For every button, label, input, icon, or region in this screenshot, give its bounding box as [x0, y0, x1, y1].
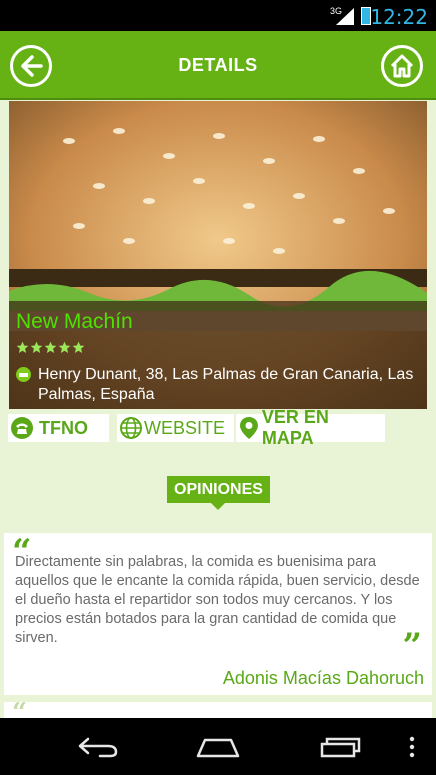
- clock: 12:22: [370, 5, 428, 29]
- place-address: Henry Dunant, 38, Las Palmas de Gran Can…: [38, 366, 414, 403]
- map-button[interactable]: VER EN MAPA: [236, 407, 385, 448]
- overflow-menu-icon: [409, 736, 415, 758]
- website-button[interactable]: WEBSITE: [117, 414, 234, 442]
- nav-recents-button[interactable]: [316, 732, 364, 762]
- star-icon: [58, 341, 71, 354]
- map-label: VER EN MAPA: [261, 407, 329, 448]
- opinions-header: OPINIONES: [167, 476, 270, 510]
- nav-home-button[interactable]: [192, 732, 244, 762]
- status-bar: 3G 12:22: [0, 0, 436, 31]
- review-author: Adonis Macías Dahoruch: [222, 668, 424, 688]
- page-title: DETAILS: [178, 55, 258, 75]
- phone-button[interactable]: TFNO: [8, 414, 109, 442]
- app-bar: DETAILS: [0, 31, 436, 100]
- review-text: Directamente sin palabras, la comida es …: [15, 554, 420, 646]
- nav-home-icon: [196, 738, 240, 758]
- nav-back-icon: [78, 737, 118, 758]
- phone-label: TFNO: [39, 417, 88, 438]
- address-icon: [16, 367, 31, 382]
- place-photo: New Machín Henry Dunant, 38, Las Palmas …: [9, 101, 427, 409]
- signal-icon: [336, 8, 354, 25]
- place-name: New Machín: [16, 310, 133, 333]
- review-card: “ Directamente sin palabras, la comida e…: [4, 533, 432, 695]
- system-navigation-bar: [0, 718, 436, 775]
- place-info-overlay: New Machín Henry Dunant, 38, Las Palmas …: [9, 301, 427, 409]
- globe-icon: [120, 417, 142, 439]
- nav-recents-icon: [320, 737, 361, 758]
- star-icon: [30, 341, 43, 354]
- home-button[interactable]: [381, 45, 423, 87]
- website-label: WEBSITE: [144, 417, 226, 438]
- star-icon: [44, 341, 57, 354]
- phone-icon: [11, 417, 33, 439]
- star-rating: [16, 341, 85, 354]
- home-icon: [390, 54, 414, 78]
- overflow-menu-button[interactable]: [404, 732, 420, 762]
- map-pin-icon: [239, 417, 258, 439]
- star-icon: [16, 341, 29, 354]
- star-icon: [72, 341, 85, 354]
- nav-back-button[interactable]: [72, 732, 122, 762]
- close-quote-icon: ”: [402, 626, 422, 666]
